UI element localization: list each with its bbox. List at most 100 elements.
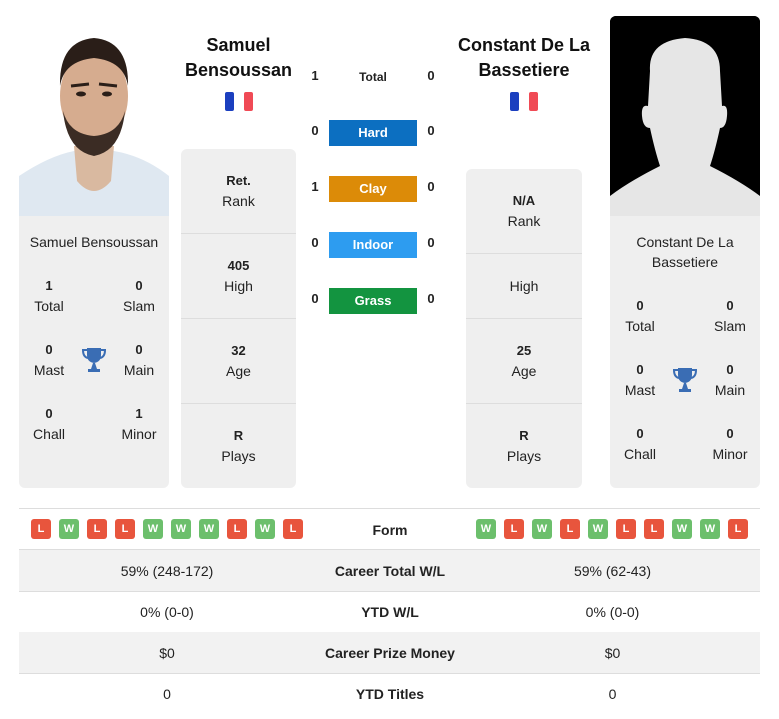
info-value: Ret. (226, 173, 251, 188)
h2h-clay-p2: 0 (427, 179, 435, 194)
player2-high: High (466, 254, 582, 319)
player2-name-line1: Constant De La (457, 35, 590, 55)
title-label: Minor (121, 426, 157, 442)
title-value: 0 (45, 406, 53, 421)
player2-info-panel: N/A Rank High 25 Age R Plays (466, 169, 582, 488)
divider (19, 508, 760, 509)
form-win-badge[interactable]: W (588, 519, 608, 539)
surface-hard-button[interactable]: Hard (329, 120, 417, 146)
info-value: N/A (512, 193, 536, 208)
form-loss-badge[interactable]: L (644, 519, 664, 539)
info-label: Plays (506, 448, 542, 464)
player1-flag-france-icon (225, 92, 253, 111)
player2-title-minor: 0 Minor (700, 424, 760, 464)
form-loss-badge[interactable]: L (115, 519, 135, 539)
h2h-grass-p1: 0 (311, 291, 319, 306)
player2-card-name: Constant De La Bassetiere (610, 232, 760, 272)
title-value: 1 (45, 278, 53, 293)
stat-label: Career Prize Money (325, 644, 455, 661)
title-label: Mast (624, 382, 656, 398)
h2h-total-label: Total (359, 70, 387, 84)
form-win-badge[interactable]: W (199, 519, 219, 539)
surface-indoor-button[interactable]: Indoor (329, 232, 417, 258)
surface-clay-button[interactable]: Clay (329, 176, 417, 202)
player2-plays: R Plays (466, 404, 582, 488)
info-label: Age (511, 363, 537, 379)
player1-rank: Ret. Rank (181, 149, 296, 234)
form-loss-badge[interactable]: L (87, 519, 107, 539)
title-value: 0 (636, 298, 644, 313)
player2-name-header[interactable]: Constant De La Bassetiere (452, 33, 596, 83)
form-win-badge[interactable]: W (532, 519, 552, 539)
title-value: 0 (726, 298, 734, 313)
title-label: Slam (123, 298, 155, 314)
title-value: 0 (636, 426, 644, 441)
player2-card-name-line2: Bassetiere (651, 254, 719, 270)
title-value: 0 (45, 342, 53, 357)
form-win-badge[interactable]: W (476, 519, 496, 539)
player1-name-header[interactable]: Samuel Bensoussan (176, 33, 301, 83)
info-label: High (509, 278, 539, 294)
form-win-badge[interactable]: W (672, 519, 692, 539)
player2-age: 25 Age (466, 319, 582, 404)
title-value: 0 (726, 362, 734, 377)
h2h-clay-p1: 1 (311, 179, 319, 194)
form-loss-badge[interactable]: L (560, 519, 580, 539)
stat-row-ytd-wl: 0% (0-0) YTD W/L 0% (0-0) (19, 591, 760, 632)
player2-name-line2: Bassetiere (478, 60, 570, 80)
form-loss-badge[interactable]: L (504, 519, 524, 539)
trophy-icon (81, 347, 107, 373)
title-value: 0 (636, 362, 644, 377)
player1-value: $0 (159, 644, 175, 661)
title-value: 0 (135, 342, 143, 357)
stat-row-ytd-titles: 0 YTD Titles 0 (19, 673, 760, 714)
h2h-total-p1: 1 (311, 68, 319, 83)
surface-grass-button[interactable]: Grass (329, 288, 417, 314)
form-win-badge[interactable]: W (255, 519, 275, 539)
form-loss-badge[interactable]: L (616, 519, 636, 539)
h2h-total-p2: 0 (427, 68, 435, 83)
player2-value: 59% (62-43) (573, 562, 652, 579)
player1-title-mast: 0 Mast (19, 340, 79, 380)
info-value: 32 (231, 343, 246, 358)
h2h-hard-p1: 0 (311, 123, 319, 138)
stat-label: Career Total W/L (334, 562, 446, 579)
title-label: Minor (712, 446, 748, 462)
form-label: Form (372, 522, 408, 538)
player1-name-line2: Bensoussan (184, 60, 293, 80)
stat-row-prize-money: $0 Career Prize Money $0 (19, 632, 760, 673)
player-silhouette-icon (610, 16, 760, 216)
player2-rank: N/A Rank (466, 169, 582, 254)
stat-label: YTD W/L (361, 603, 419, 620)
title-label: Total (625, 318, 655, 334)
player1-value: 0 (163, 685, 171, 702)
player1-form: LWLLWWWLWL (31, 519, 303, 539)
trophy-icon (672, 367, 698, 393)
player1-title-slam: 0 Slam (109, 276, 169, 316)
title-label: Slam (714, 318, 746, 334)
title-label: Chall (33, 426, 65, 442)
form-win-badge[interactable]: W (143, 519, 163, 539)
player1-title-main: 0 Main (109, 340, 169, 380)
info-label: Rank (507, 213, 541, 229)
form-loss-badge[interactable]: L (283, 519, 303, 539)
player1-title-minor: 1 Minor (109, 404, 169, 444)
player2-form: WLWLWLLWWL (476, 519, 748, 539)
form-win-badge[interactable]: W (700, 519, 720, 539)
h2h-indoor-p2: 0 (427, 235, 435, 250)
player2-value: 0% (0-0) (585, 603, 640, 620)
player1-card-name: Samuel Bensoussan (29, 234, 159, 250)
info-label: Plays (221, 448, 256, 464)
form-loss-badge[interactable]: L (31, 519, 51, 539)
form-win-badge[interactable]: W (171, 519, 191, 539)
player2-titles-card: Constant De La Bassetiere 0 Total 0 Slam… (610, 216, 760, 488)
player1-titles-card: Samuel Bensoussan 1 Total 0 Slam 0 Mast … (19, 216, 169, 488)
info-value: 25 (516, 343, 532, 358)
player1-value: 59% (248-172) (120, 562, 214, 579)
form-loss-badge[interactable]: L (728, 519, 748, 539)
form-win-badge[interactable]: W (59, 519, 79, 539)
info-label: Rank (222, 193, 255, 209)
title-value: 1 (135, 406, 143, 421)
info-value: 405 (227, 258, 250, 273)
form-loss-badge[interactable]: L (227, 519, 247, 539)
